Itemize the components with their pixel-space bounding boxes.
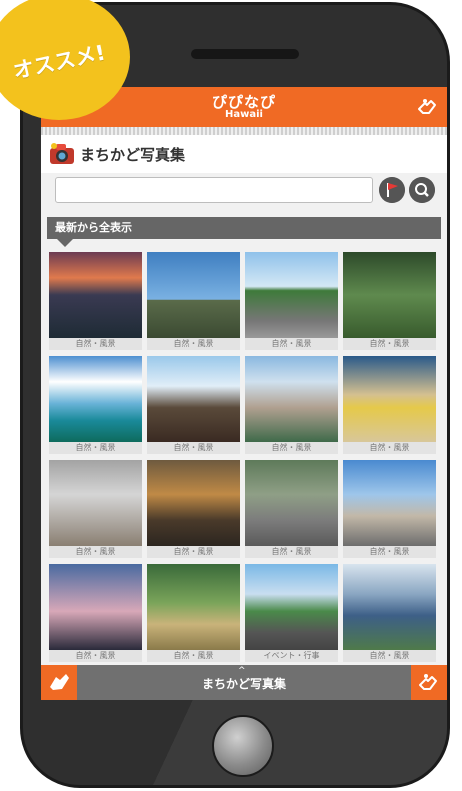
- photo-thumbnail[interactable]: [343, 460, 436, 546]
- photo-tile[interactable]: 自然・風景: [343, 356, 436, 454]
- search-area: [49, 175, 439, 207]
- photo-tag: 自然・風景: [245, 338, 338, 350]
- photo-tile[interactable]: 自然・風景: [49, 356, 142, 454]
- badge-text: オススメ!: [10, 40, 108, 84]
- home-button[interactable]: [212, 715, 274, 777]
- photo-thumbnail[interactable]: [49, 460, 142, 546]
- photo-tag: 自然・風景: [147, 546, 240, 558]
- speaker-slot: [191, 49, 299, 59]
- photo-tile[interactable]: 自然・風景: [147, 356, 240, 454]
- photo-thumbnail[interactable]: [49, 252, 142, 338]
- photo-tag: 自然・風景: [147, 338, 240, 350]
- photo-thumbnail[interactable]: [245, 564, 338, 650]
- menu-hand-icon[interactable]: [411, 665, 447, 700]
- photo-thumbnail[interactable]: [49, 356, 142, 442]
- photo-tag: 自然・風景: [147, 650, 240, 662]
- mockup-stage: オススメ! ぴぴなぴ Hawaii まちかど写真集 最新から全表示 自然・風景 …: [0, 0, 462, 791]
- photo-tile[interactable]: 自然・風景: [147, 564, 240, 662]
- photo-thumbnail[interactable]: [343, 356, 436, 442]
- search-input[interactable]: [55, 177, 373, 203]
- section-header: 最新から全表示: [47, 217, 441, 239]
- photo-tag: 自然・風景: [343, 650, 436, 662]
- photo-tag: 自然・風景: [49, 546, 142, 558]
- photo-thumbnail[interactable]: [245, 460, 338, 546]
- section-arrow: [57, 239, 73, 247]
- app-logo-sub: Hawaii: [225, 109, 263, 120]
- photo-tag: 自然・風景: [49, 338, 142, 350]
- photo-tile[interactable]: 自然・風景: [49, 564, 142, 662]
- photo-tile[interactable]: 自然・風景: [245, 356, 338, 454]
- photo-thumbnail[interactable]: [147, 564, 240, 650]
- photo-tag: 自然・風景: [49, 650, 142, 662]
- page-title: まちかど写真集: [80, 146, 186, 164]
- flag-icon[interactable]: [379, 177, 405, 203]
- photo-tag: イベント・行事: [245, 650, 338, 662]
- photo-tag: 自然・風景: [343, 546, 436, 558]
- photo-thumbnail[interactable]: [343, 564, 436, 650]
- photo-tile[interactable]: 自然・風景: [245, 252, 338, 350]
- photo-thumbnail[interactable]: [147, 252, 240, 338]
- photo-tile[interactable]: 自然・風景: [147, 460, 240, 558]
- title-bar: まちかど写真集: [41, 135, 447, 173]
- photo-tag: 自然・風景: [245, 442, 338, 454]
- photo-thumbnail[interactable]: [147, 356, 240, 442]
- bottom-bar: ^ まちかど写真集: [41, 665, 447, 700]
- camera-icon: [50, 143, 74, 164]
- photo-tag: 自然・風景: [343, 338, 436, 350]
- photo-thumbnail[interactable]: [147, 460, 240, 546]
- menu-hand-icon[interactable]: [415, 95, 439, 119]
- photo-tile[interactable]: 自然・風景: [147, 252, 240, 350]
- photo-thumbnail[interactable]: [49, 564, 142, 650]
- photo-thumbnail[interactable]: [245, 356, 338, 442]
- divider-stripe: [41, 127, 447, 135]
- app-screen: ぴぴなぴ Hawaii まちかど写真集 最新から全表示 自然・風景 自然・風景 …: [41, 87, 447, 700]
- photo-thumbnail[interactable]: [343, 252, 436, 338]
- photo-thumbnail[interactable]: [245, 252, 338, 338]
- bottom-title[interactable]: まちかど写真集: [77, 675, 411, 692]
- photo-tile[interactable]: 自然・風景: [343, 460, 436, 558]
- photo-tile[interactable]: 自然・風景: [49, 460, 142, 558]
- photo-tile[interactable]: 自然・風景: [245, 460, 338, 558]
- photo-tag: 自然・風景: [343, 442, 436, 454]
- photo-tile[interactable]: 自然・風景: [343, 252, 436, 350]
- photo-tile[interactable]: イベント・行事: [245, 564, 338, 662]
- photo-tile[interactable]: 自然・風景: [49, 252, 142, 350]
- search-icon[interactable]: [409, 177, 435, 203]
- photo-tag: 自然・風景: [147, 442, 240, 454]
- photo-tile[interactable]: 自然・風景: [343, 564, 436, 662]
- photo-tag: 自然・風景: [245, 546, 338, 558]
- pointing-hand-icon[interactable]: [41, 665, 77, 700]
- photo-tag: 自然・風景: [49, 442, 142, 454]
